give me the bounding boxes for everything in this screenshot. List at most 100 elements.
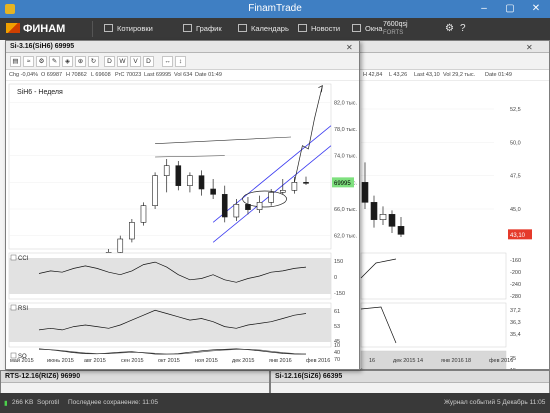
price-tick-label: 74,0 тыс. [334,154,357,160]
toolbar-calendar-label: Календарь [251,24,289,33]
price-tick-label: 62,0 тыс. [334,234,357,240]
fit-height-icon[interactable]: ↕ [175,56,186,67]
time-axis-label: дек 2015 [232,358,254,364]
toolbar-calendar-button[interactable]: Календарь [238,22,289,36]
price-pane-bg [8,83,332,250]
cci-pane-band [9,258,331,294]
status-server: Soprotil [37,399,60,406]
timeframe-d-button[interactable]: D [143,56,154,67]
bottom-window-rts-tools [1,383,269,393]
drawing-icon[interactable]: ✎ [49,56,60,67]
candle-body [117,238,124,253]
settings-icon[interactable]: ⚙ [445,22,454,36]
secondary-chart-close-icon[interactable]: ✕ [526,42,533,53]
indicator-pane-bg [360,252,507,300]
title-bar: FinamTrade – ▢ ✕ [0,0,550,18]
close-button[interactable]: ✕ [523,0,549,18]
window-title: FinamTrade [248,3,302,14]
maximize-button[interactable]: ▢ [497,0,523,18]
indicator-tick-label: -200 [510,270,521,276]
toolbar-quotes-label: Котировки [117,24,153,33]
fit-width-icon[interactable]: ↔ [162,56,173,67]
help-icon[interactable]: ? [460,22,466,36]
minimize-button[interactable]: – [471,0,497,18]
candle-body [370,202,378,220]
timeframe-week-button[interactable]: W [117,56,128,67]
quote-high: H 70862 [66,72,87,78]
indicator-tick-label: 37,2 [510,308,521,314]
bottom-window-rts[interactable]: RTS-12.16(RIZ6) 96990 [0,370,270,393]
quote-low: L 69608 [91,72,111,78]
indicator-pane-bg [360,350,507,369]
indicator-pane-bg [360,302,507,348]
main-chart-title: Si-3.16(SiH6) 69995 [10,43,75,50]
price-tick-label: 47,5 [510,174,521,180]
main-chart-header[interactable]: Si-3.16(SiH6) 69995 ✕ [6,41,359,53]
calendar-icon [238,24,247,32]
toolbar-divider [92,21,93,37]
settings-small-icon[interactable]: ⚙ [36,56,47,67]
time-axis-label: фев 2016 [489,358,513,364]
chart-type-icon[interactable]: ▤ [10,56,21,67]
so-tick-label: 10 [334,343,340,349]
toolbar-chart-button[interactable]: График [183,22,222,36]
connection-icon: ▮ [4,400,8,407]
secondary-quote-high: H 42,84 [363,72,383,78]
bottom-window-si[interactable]: Si-12.16(SiZ6) 66395 [270,370,550,393]
indicator-icon[interactable]: ≈ [23,56,34,67]
time-axis-label: сен 2015 [121,358,144,364]
candle-body [152,175,158,206]
time-axis-label: ноя 2015 [195,358,218,364]
price-tick-label: 50,0 [510,140,521,146]
bottom-window-rts-header[interactable]: RTS-12.16(RIZ6) 96990 [1,371,269,383]
main-chart-close-icon[interactable]: ✕ [346,42,353,53]
account-selector[interactable]: 7600qsj FORTS [383,20,439,38]
quote-vol: Vol 634 [174,72,193,78]
quote-chg: Chg -0,04% [9,72,39,78]
cci-tick-label: -150 [334,291,345,297]
cci-pane-label: CCI [18,256,29,262]
candle-body [187,175,193,186]
price-tick-label: 82,0 тыс. [334,100,357,106]
bottom-window-si-tools [271,383,549,393]
template-icon[interactable]: ◈ [62,56,73,67]
price-pane-label: SiH6 - Неделя [17,89,63,96]
toolbar-news-button[interactable]: Новости [298,22,340,36]
main-toolbar: ФИНАМ Котировки График Календарь Новости… [0,18,550,40]
time-axis-label: янв 2016 [269,358,292,364]
bottom-window-si-header[interactable]: Si-12.16(SiZ6) 66395 [271,371,549,383]
time-axis-label: июнь 2015 [47,358,74,364]
candle-body [175,165,182,186]
candle-body [268,192,274,203]
status-speed: 266 KB [12,399,34,406]
time-axis-label: дек 2015 [393,358,415,364]
workspace: ✕ H 42,84 L 43,26 Last 43,10 Vol 29,2 ты… [0,40,550,393]
candle-body [210,188,216,195]
candle-body [361,182,369,203]
rsi-tick-label: 61 [334,309,340,315]
status-saved: Последнее сохранение: 11:05 [68,399,159,406]
toolbar-windows-button[interactable]: Окна [352,22,382,36]
candle-body [198,175,205,190]
rsi-pane-label: RSI [18,306,28,312]
status-bar: ▮ 266 KB Soprotil Последнее сохранение: … [0,393,550,413]
main-chart-canvas[interactable]: SiH6 - Неделя 82,0 тыс. 78,0 тыс. 74,0 тыс.… [6,81,359,369]
candle-body [140,205,147,223]
cci-tick-label: 0 [334,275,337,281]
candle-body [388,214,396,227]
so-line [38,348,307,355]
finam-logo: ФИНАМ [6,22,65,36]
secondary-quote-vol: Vol 29,2 тыс. [443,72,476,78]
time-axis-label: май 2015 [10,357,34,364]
timeframe-day-button[interactable]: D [104,56,115,67]
candle-body [256,202,263,210]
zoom-icon[interactable]: ⊕ [75,56,86,67]
toolbar-quotes-button[interactable]: Котировки [104,22,153,36]
so-tick-label: 70 [334,357,340,363]
volume-toggle-button[interactable]: V [130,56,141,67]
event-log-link[interactable]: Журнал событий [444,399,495,406]
account-market: FORTS [383,30,404,36]
main-chart-toolbar: ▤ ≈ ⚙ ✎ ◈ ⊕ ↻ D W V D ↔ ↕ [6,53,359,70]
quote-date: Date 01:49 [195,72,222,78]
refresh-icon[interactable]: ↻ [88,56,99,67]
